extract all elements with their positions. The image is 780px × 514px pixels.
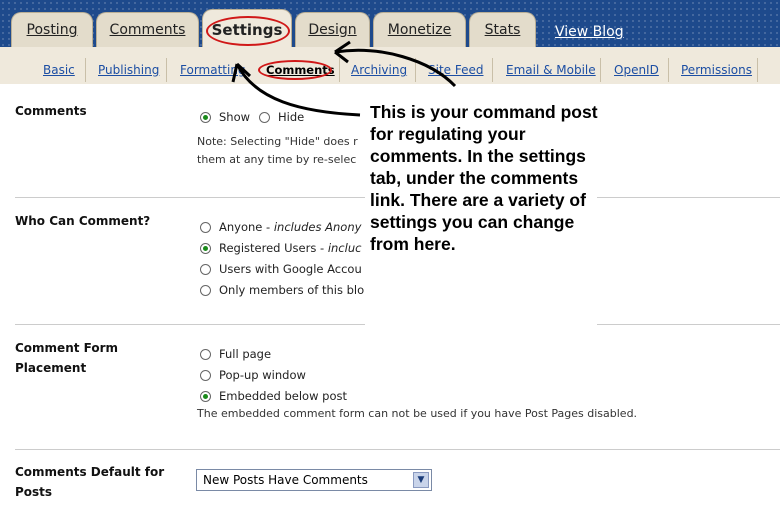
- arrow-to-comments-link: [235, 63, 361, 117]
- annotation-arrows: [231, 40, 457, 117]
- arrow-to-settings-tab: [334, 48, 457, 88]
